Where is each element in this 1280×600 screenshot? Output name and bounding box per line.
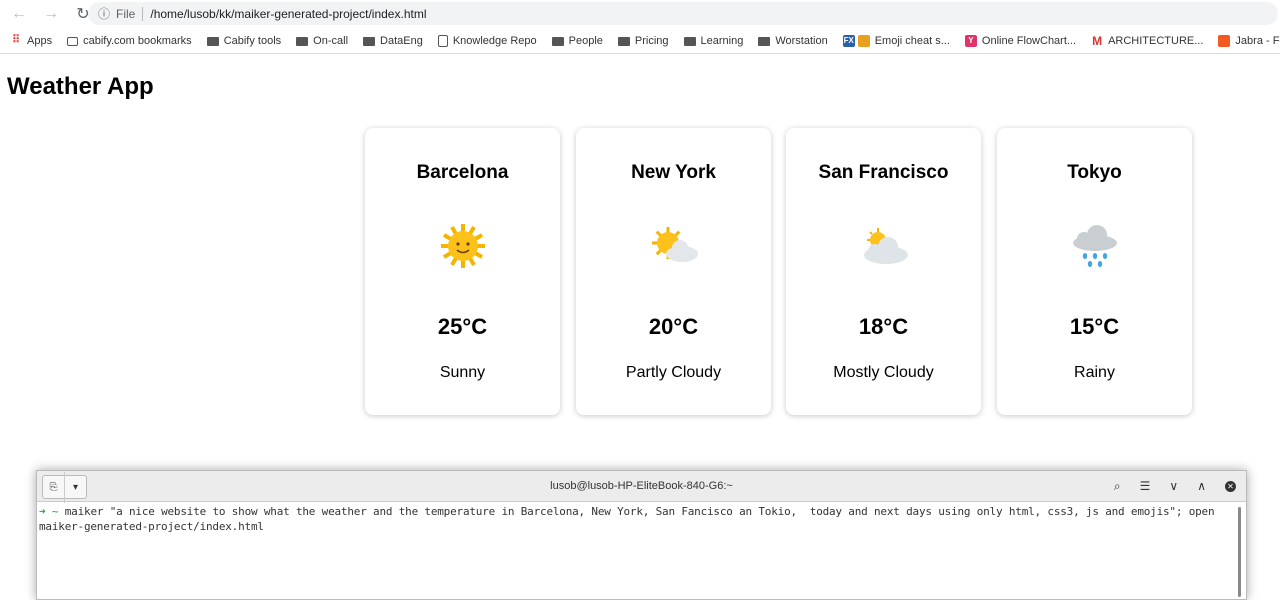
bookmark-on-call[interactable]: On-call [296, 35, 348, 47]
weather-card-san-francisco: San Francisco 18°C Mostly Cloudy [786, 128, 981, 415]
y-icon: Y [964, 35, 977, 47]
terminal-output[interactable]: ➜ ~ maiker "a nice website to show what … [37, 502, 1232, 536]
page-title: Weather App [7, 73, 154, 100]
city-name: New York [631, 162, 716, 183]
chevron-down-icon[interactable]: ▾ [64, 471, 86, 503]
bookmark-architecture[interactable]: M ARCHITECTURE... [1091, 35, 1203, 47]
bookmark-people[interactable]: People [551, 35, 603, 47]
bookmark-label: Pricing [634, 35, 669, 47]
new-tab-icon: ⎘ [49, 481, 58, 493]
bookmark-jabra-focu[interactable]: Jabra - Focu [1218, 35, 1280, 47]
weather-card-barcelona: Barcelona 25°C Sunny [365, 128, 560, 415]
terminal-window: ⎘ ▾ lusob@lusob-HP-EliteBook-840-G6:~ ⌕ ☰… [36, 470, 1247, 600]
bookmarks-bar: ⠿ Apps cabify.com bookmarks Cabify tools On-… [0, 29, 1280, 54]
bookmark-online-flowchart[interactable]: Y Online FlowChart... [964, 35, 1077, 47]
temperature: 25°C [437, 314, 488, 339]
bookmark-icon [67, 36, 79, 46]
condition: Partly Cloudy [625, 364, 722, 381]
terminal-titlebar: ⎘ ▾ lusob@lusob-HP-EliteBook-840-G6:~ ⌕ ☰… [37, 471, 1246, 503]
bookmark-learning[interactable]: Learning [683, 35, 744, 47]
folder-icon [683, 36, 696, 46]
sun-behind-large-cloud-icon [858, 223, 910, 269]
sun-behind-cloud-icon [648, 223, 700, 269]
prompt-dir: ~ [51, 505, 59, 518]
bookmark-knowledge-repo[interactable]: Knowledge Repo [437, 35, 537, 47]
folder-icon [551, 36, 564, 46]
temperature: 18°C [858, 314, 909, 339]
bookmark-label: Jabra - Focu [1235, 35, 1280, 47]
minimize-icon[interactable]: ∨ [1169, 471, 1178, 502]
search-icon[interactable]: ⌕ [1114, 471, 1121, 502]
building-icon [437, 35, 448, 47]
folder-icon [206, 36, 219, 46]
bookmark-worstation[interactable]: Worstation [758, 35, 828, 47]
address-bar[interactable]: ⓘ File /home/lusob/kk/maiker-generated-p… [88, 2, 1278, 25]
jabra-icon [1218, 35, 1231, 47]
back-icon[interactable]: ← [10, 5, 28, 23]
weather-card-new-york: New York 20°C Partly Cloudy [576, 128, 771, 415]
bookmark-label: People [568, 35, 603, 47]
condition: Mostly Cloudy [833, 364, 934, 381]
forward-icon[interactable]: → [42, 5, 60, 23]
bookmark-apps[interactable]: ⠿ Apps [10, 34, 53, 48]
maximize-icon[interactable]: ∧ [1197, 471, 1206, 502]
bookmark-label: Online FlowChart... [981, 35, 1077, 47]
bookmark-label: cabify.com bookmarks [83, 35, 192, 47]
new-tab-button[interactable]: ⎘ ▾ [42, 471, 87, 503]
folder-icon [758, 36, 771, 46]
gift-icon: FX [842, 35, 870, 47]
url-scheme: File [116, 6, 144, 21]
prompt-arrow-icon: ➜ [39, 505, 46, 518]
folder-icon [363, 36, 376, 46]
temperature: 20°C [648, 314, 699, 339]
bookmark-emoji-cheat-s[interactable]: FX Emoji cheat s... [842, 35, 950, 47]
bookmark-label: Learning [700, 35, 744, 47]
gmail-icon: M [1092, 34, 1103, 48]
city-name: Barcelona [416, 162, 509, 183]
folder-icon [296, 36, 309, 46]
city-name: San Francisco [818, 162, 949, 183]
terminal-title: lusob@lusob-HP-EliteBook-840-G6:~ [550, 480, 733, 492]
bookmark-cabify-com-bookmarks[interactable]: cabify.com bookmarks [67, 35, 192, 47]
bookmark-label: On-call [313, 35, 349, 47]
rain-cloud-icon [1069, 223, 1121, 269]
weather-card-tokyo: Tokyo 15°C Rainy [997, 128, 1192, 415]
bookmark-dataeng[interactable]: DataEng [363, 35, 423, 47]
condition: Rainy [1074, 364, 1115, 381]
terminal-scrollbar[interactable] [1238, 507, 1241, 597]
close-icon[interactable]: ✕ [1225, 481, 1236, 492]
sun-icon [437, 223, 489, 269]
bookmark-cabify-tools[interactable]: Cabify tools [206, 35, 282, 47]
info-icon[interactable]: ⓘ [98, 5, 110, 22]
condition: Sunny [439, 364, 486, 381]
menu-icon[interactable]: ☰ [1140, 471, 1151, 502]
bookmark-label: Emoji cheat s... [874, 35, 950, 47]
bookmark-label: Knowledge Repo [452, 35, 537, 47]
url-text[interactable]: /home/lusob/kk/maiker-generated-project/… [150, 7, 426, 21]
bookmark-label: Apps [27, 35, 53, 47]
apps-grid-icon: ⠿ [11, 34, 21, 46]
temperature: 15°C [1069, 314, 1120, 339]
folder-icon [617, 36, 630, 46]
city-name: Tokyo [1067, 162, 1122, 183]
bookmark-label: ARCHITECTURE... [1108, 35, 1204, 47]
command-text: maiker "a nice website to show what the … [39, 505, 1221, 533]
bookmark-label: DataEng [380, 35, 423, 47]
bookmark-pricing[interactable]: Pricing [617, 35, 669, 47]
bookmark-label: Cabify tools [223, 35, 282, 47]
bookmark-label: Worstation [775, 35, 828, 47]
